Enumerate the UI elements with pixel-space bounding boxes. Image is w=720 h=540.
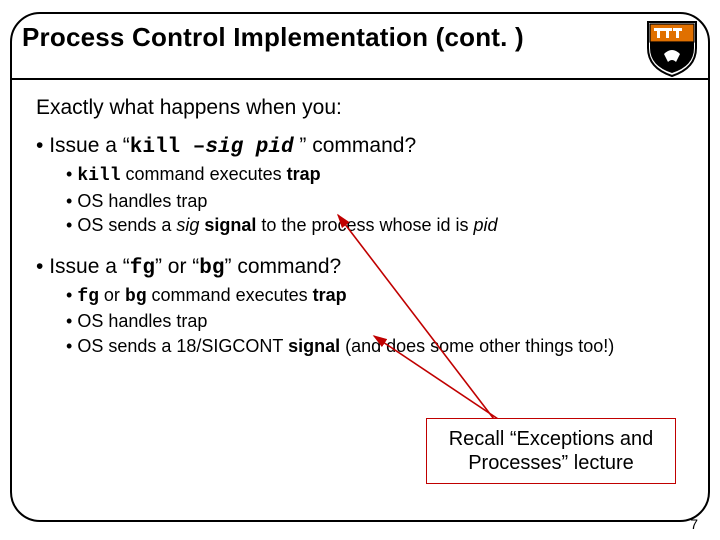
word-signal: signal (288, 336, 340, 356)
sub-os-handles: OS handles trap (66, 190, 686, 213)
bullet-kill-question: Issue a “kill –sig pid ” command? (36, 134, 686, 159)
content-area: Exactly what happens when you: Issue a “… (36, 96, 686, 359)
sub-os-sends-sigcont: OS sends a 18/SIGCONT signal (and does s… (66, 335, 686, 358)
code-bg: bg (125, 287, 147, 307)
code-fg: fg (130, 257, 155, 280)
slide: Process Control Implementation (cont. ) … (0, 0, 720, 540)
code-sig: sig (205, 136, 243, 159)
text: to the process whose id is (256, 215, 473, 235)
slide-title: Process Control Implementation (cont. ) (22, 22, 524, 53)
bullet-fgbg-question: Issue a “fg” or “bg” command? (36, 255, 686, 280)
callout-box: Recall “Exceptions and Processes” lectur… (426, 418, 676, 484)
text: (and does some other things too!) (340, 336, 614, 356)
title-divider (12, 78, 708, 80)
code-kill: kill (77, 166, 120, 186)
word-trap: trap (287, 164, 321, 184)
lead-text: Exactly what happens when you: (36, 96, 686, 120)
text: OS sends a (77, 215, 176, 235)
callout-text: Recall “Exceptions and Processes” lectur… (449, 428, 654, 474)
word-trap: trap (313, 285, 347, 305)
sub-fgbg-trap: fg or bg command executes trap (66, 284, 686, 309)
text: command executes (121, 164, 287, 184)
text: ” command? (225, 255, 342, 278)
sub-os-sends-sig: OS sends a sig signal to the process who… (66, 214, 686, 237)
text: OS sends a 18/SIGCONT (77, 336, 288, 356)
code-kill: kill – (130, 136, 206, 159)
code-bg: bg (199, 257, 224, 280)
text: Issue a “ (49, 255, 130, 278)
code-pid: pid (256, 136, 294, 159)
word-signal: signal (204, 215, 256, 235)
word-sig: sig (176, 215, 199, 235)
sub-os-handles-2: OS handles trap (66, 310, 686, 333)
text: ” command? (294, 134, 417, 157)
text: Issue a “ (49, 134, 130, 157)
word-pid: pid (474, 215, 498, 235)
text: or (99, 285, 125, 305)
code-fg: fg (77, 287, 99, 307)
text: command executes (147, 285, 313, 305)
space (243, 136, 256, 159)
text: ” or “ (155, 255, 199, 278)
page-number: 7 (690, 516, 698, 532)
sub-kill-trap: kill command executes trap (66, 163, 686, 188)
princeton-shield-icon (642, 18, 702, 78)
